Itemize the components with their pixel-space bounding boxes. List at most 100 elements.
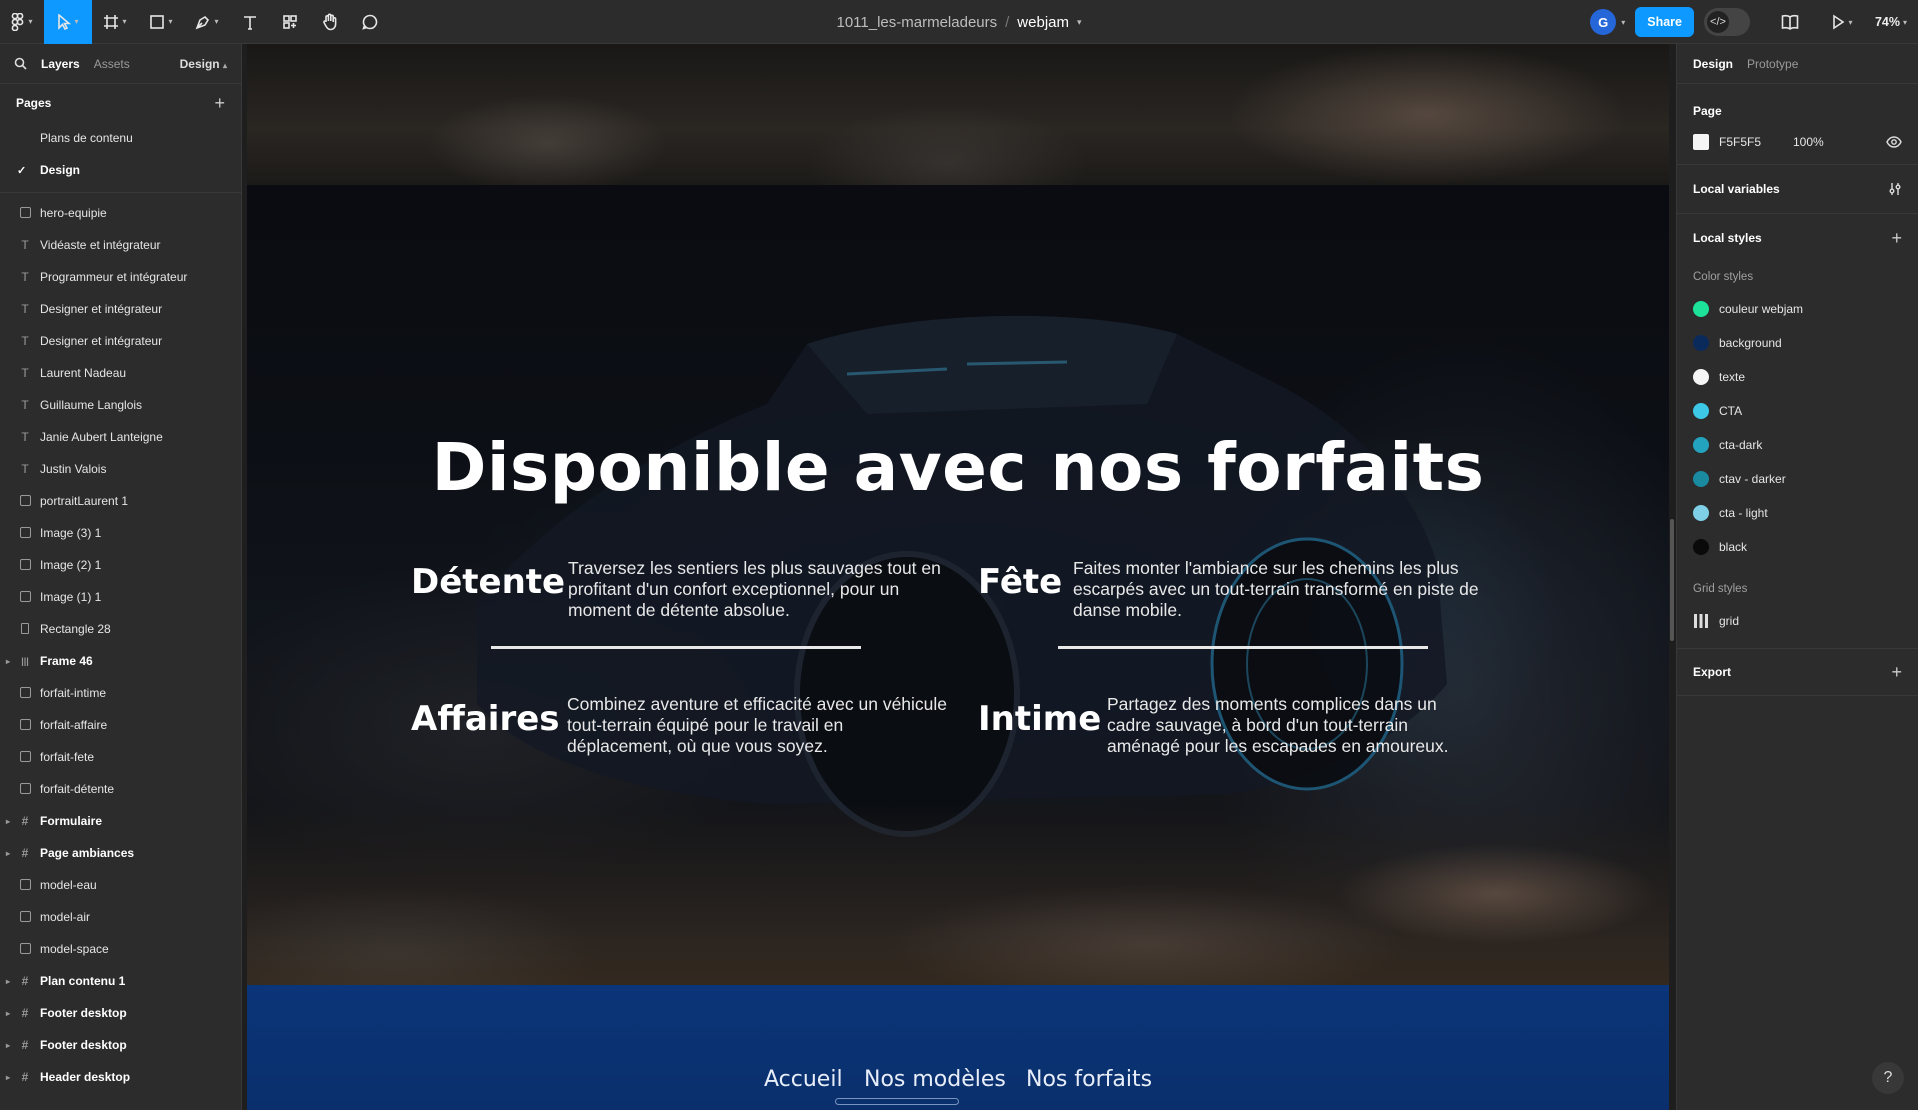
color-style-item[interactable]: black (1677, 530, 1918, 564)
layer-item[interactable]: portraitLaurent 1 (0, 485, 241, 517)
section-heading[interactable]: Disponible avec nos forfaits (247, 429, 1669, 506)
add-export-icon[interactable]: + (1891, 662, 1902, 683)
page-color-value[interactable]: F5F5F5 (1719, 135, 1793, 149)
tab-prototype[interactable]: Prototype (1747, 57, 1798, 71)
layer-item[interactable]: ▸ ||| Frame 46 (0, 645, 241, 677)
layer-item[interactable]: T Vidéaste et intégrateur (0, 229, 241, 261)
layer-item[interactable]: model-eau (0, 869, 241, 901)
expand-icon[interactable]: ▸ (6, 817, 10, 826)
package-title-affaires[interactable]: Affaires (411, 699, 560, 739)
comment-tool-button[interactable] (350, 0, 390, 44)
text-tool-button[interactable] (230, 0, 270, 44)
expand-icon[interactable]: ▸ (6, 1041, 10, 1050)
main-menu-button[interactable]: ▾ (0, 0, 44, 44)
hand-tool-button[interactable] (310, 0, 350, 44)
present-button[interactable]: ▾ (1820, 0, 1864, 44)
layer-item[interactable]: Image (1) 1 (0, 581, 241, 613)
layer-item[interactable]: T Laurent Nadeau (0, 357, 241, 389)
design-dropdown[interactable]: Design ▴ (180, 57, 227, 71)
grid-style-item[interactable]: grid (1677, 604, 1918, 638)
layer-item[interactable]: Rectangle 28 (0, 613, 241, 645)
layer-item[interactable]: T Designer et intégrateur (0, 293, 241, 325)
add-page-icon[interactable]: + (214, 93, 225, 114)
multiplayer-avatars[interactable]: G ▾ (1590, 9, 1625, 35)
color-style-item[interactable]: texte (1677, 360, 1918, 394)
avatar[interactable]: G (1590, 9, 1617, 35)
page-opacity-value[interactable]: 100% (1793, 135, 1824, 149)
nav-link-nos-modeles[interactable]: Nos modèles (864, 1067, 1006, 1092)
layer-item[interactable]: ▸ # Header desktop (0, 1061, 241, 1093)
package-description-detente[interactable]: Traversez les sentiers les plus sauvages… (568, 558, 948, 621)
layer-item[interactable]: T Guillaume Langlois (0, 389, 241, 421)
page-item[interactable]: Plans de contenu (0, 122, 241, 154)
expand-icon[interactable]: ▸ (6, 977, 10, 986)
file-name[interactable]: webjam (1017, 14, 1069, 31)
layer-item[interactable]: T Programmeur et intégrateur (0, 261, 241, 293)
layer-label: Janie Aubert Lanteigne (40, 430, 163, 444)
shape-tool-button[interactable]: ▾ (138, 0, 184, 44)
package-title-intime[interactable]: Intime (978, 699, 1101, 739)
layer-item[interactable]: ▸ # Page ambiances (0, 837, 241, 869)
package-description-fete[interactable]: Faites monter l'ambiance sur les chemins… (1073, 558, 1523, 621)
add-style-icon[interactable]: + (1891, 228, 1902, 249)
layer-label: hero-equipie (40, 206, 107, 220)
layer-item[interactable]: forfait-fete (0, 741, 241, 773)
layer-item[interactable]: model-air (0, 901, 241, 933)
package-description-intime[interactable]: Partagez des moments complices dans un c… (1107, 694, 1477, 757)
color-style-item[interactable]: cta - light (1677, 496, 1918, 530)
pen-tool-button[interactable]: ▾ (184, 0, 230, 44)
layer-item[interactable]: hero-equipie (0, 197, 241, 229)
chevron-down-icon[interactable]: ▾ (1077, 17, 1082, 28)
share-button[interactable]: Share (1635, 7, 1694, 37)
layer-item[interactable]: T Janie Aubert Lanteigne (0, 421, 241, 453)
expand-icon[interactable]: ▸ (6, 849, 10, 858)
color-style-item[interactable]: background (1677, 326, 1918, 360)
move-tool-button[interactable]: ▾ (44, 0, 92, 44)
layer-item[interactable]: model-space (0, 933, 241, 965)
color-style-item[interactable]: cta-dark (1677, 428, 1918, 462)
layer-item[interactable]: ▸ # Formulaire (0, 805, 241, 837)
library-button[interactable] (1772, 0, 1808, 44)
eye-icon[interactable] (1886, 136, 1902, 148)
help-button[interactable]: ? (1872, 1062, 1904, 1094)
package-title-detente[interactable]: Détente (411, 562, 565, 602)
zoom-menu[interactable]: 74% ▾ (1864, 0, 1918, 44)
color-style-item[interactable]: CTA (1677, 394, 1918, 428)
left-panel-tabs: Layers Assets Design ▴ (0, 44, 241, 84)
layer-item[interactable]: T Justin Valois (0, 453, 241, 485)
canvas-scrollbar[interactable] (1670, 519, 1674, 641)
tab-assets[interactable]: Assets (94, 57, 130, 71)
expand-icon[interactable]: ▸ (6, 1009, 10, 1018)
package-description-affaires[interactable]: Combinez aventure et efficacité avec un … (567, 694, 952, 757)
text-icon: T (21, 398, 29, 412)
color-style-item[interactable]: ctav - darker (1677, 462, 1918, 496)
layer-item[interactable]: Image (3) 1 (0, 517, 241, 549)
tab-design[interactable]: Design (1693, 57, 1733, 71)
layer-item[interactable]: ▸ # Plan contenu 1 (0, 965, 241, 997)
page-item[interactable]: ✓ Design (0, 154, 241, 186)
color-style-item[interactable]: couleur webjam (1677, 292, 1918, 326)
nav-link-nos-forfaits[interactable]: Nos forfaits (1026, 1067, 1152, 1092)
page-color-swatch[interactable] (1693, 134, 1709, 150)
layer-item[interactable]: Image (2) 1 (0, 549, 241, 581)
project-name[interactable]: 1011_les-marmeladeurs (836, 14, 997, 31)
local-variables-header[interactable]: Local variables (1677, 165, 1918, 213)
tab-layers[interactable]: Layers (41, 57, 80, 71)
resources-button[interactable] (270, 0, 310, 44)
search-icon[interactable] (14, 57, 27, 70)
layer-item[interactable]: ▸ # Footer desktop (0, 997, 241, 1029)
expand-icon[interactable]: ▸ (6, 657, 10, 666)
package-title-fete[interactable]: Fête (978, 562, 1062, 602)
layer-item[interactable]: forfait-intime (0, 677, 241, 709)
nav-link-accueil[interactable]: Accueil (764, 1067, 843, 1092)
dev-mode-toggle[interactable]: </> (1704, 8, 1750, 36)
layer-item[interactable]: ▸ # Footer desktop (0, 1029, 241, 1061)
layer-item[interactable]: forfait-détente (0, 773, 241, 805)
expand-icon[interactable]: ▸ (6, 1073, 10, 1082)
variables-settings-icon[interactable] (1888, 182, 1902, 196)
canvas[interactable]: Disponible avec nos forfaits Détente Tra… (243, 44, 1675, 1110)
design-frame[interactable]: Disponible avec nos forfaits Détente Tra… (247, 44, 1669, 1110)
frame-tool-button[interactable]: ▾ (92, 0, 138, 44)
layer-item[interactable]: forfait-affaire (0, 709, 241, 741)
layer-item[interactable]: T Designer et intégrateur (0, 325, 241, 357)
